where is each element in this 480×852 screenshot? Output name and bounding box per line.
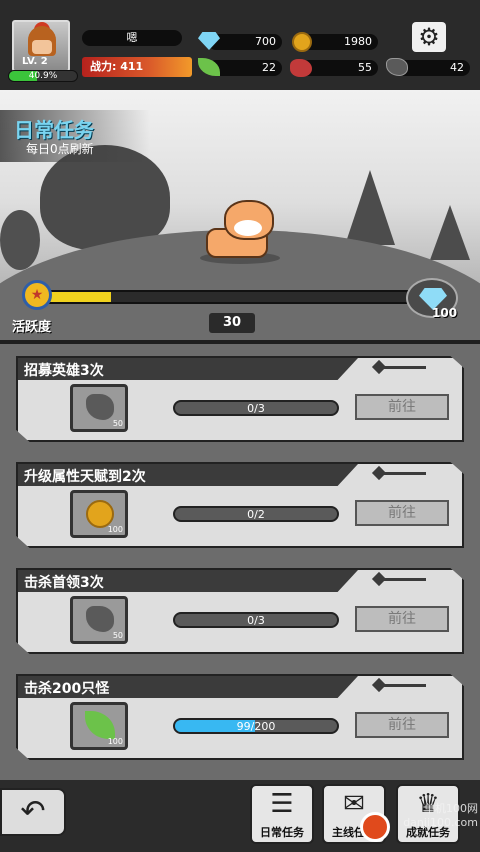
bush-decoration-small [0,210,40,270]
go-button[interactable]: 前往 [355,394,449,420]
task-card: 升级属性天赋到2次 100 0/2 前往 [16,462,464,548]
avatar-face [32,40,52,54]
task-list-panel: 招募英雄3次 50 0/3 前往 升级属性天赋到2次 100 0/2 前往 击杀… [0,344,480,780]
task-progress-bar: 99/200 [173,718,339,734]
task-card: 招募英雄3次 50 0/3 前往 [16,356,464,442]
activity-progress-fill [44,292,112,302]
watermark-line2: danji100.com [403,816,478,829]
player-level: LV. 2 [22,56,48,67]
task-reward: 100 [70,702,128,750]
task-progress-bar: 0/3 [173,400,339,416]
tiger-face [234,220,262,236]
task-reward: 100 [70,490,128,538]
go-button[interactable]: 前往 [355,606,449,632]
tiger-mascot [200,200,280,265]
go-button[interactable]: 前往 [355,500,449,526]
combat-power: 战力: 411 [82,57,192,77]
diamond-count: 700 [208,34,282,50]
task-deco-line [376,684,426,687]
activity-value: 30 [209,313,255,333]
watermark: 单机100网 danji100.com [382,802,478,848]
task-card: 击杀200只怪 100 99/200 前往 [16,674,464,760]
task-progress-bar: 0/3 [173,612,339,628]
activity-progress-bar [42,290,420,304]
nav-daily-tasks[interactable]: ☰ 日常任务 [250,784,314,844]
watermark-line1: 单机100网 [424,802,478,815]
task-name: 升级属性天赋到2次 [24,469,146,485]
xp-percent: 40.9% [28,71,58,81]
xp-bar: 40.9% [8,70,78,82]
nav-daily-label: 日常任务 [260,826,304,839]
meat-icon [290,59,312,77]
task-progress-bar: 0/2 [173,506,339,522]
task-card: 击杀首领3次 50 0/3 前往 [16,568,464,654]
task-progress-text: 0/3 [247,614,265,627]
task-deco-line [376,472,426,475]
leaf-icon [85,711,115,739]
clipboard-icon: ☰ [270,789,294,819]
activity-reward-amount: 100 [432,306,458,320]
pine-tree-decoration [345,170,395,245]
activity-medal-icon: ★ [22,280,52,310]
go-button[interactable]: 前往 [355,712,449,738]
task-name: 招募英雄3次 [24,363,104,379]
reward-amount: 100 [107,525,123,534]
reward-amount: 50 [112,419,123,428]
page-title: 日常任务 [14,118,94,142]
pine-tree-decoration-small [430,205,470,260]
ore-icon [85,393,115,421]
task-reward: 50 [70,384,128,432]
ore-icon [85,605,115,633]
gold-coin-icon [86,500,114,528]
task-progress-text: 99/200 [236,720,276,733]
reward-amount: 100 [107,737,123,746]
reward-amount: 50 [112,631,123,640]
task-progress-text: 0/3 [247,402,265,415]
player-name: 嗯 [82,30,182,46]
settings-gear-icon[interactable]: ⚙ [412,22,446,52]
back-arrow-icon[interactable]: ↶ [0,788,66,836]
refresh-note: 每日0点刷新 [26,142,94,156]
task-name: 击杀200只怪 [24,681,110,697]
task-deco-line [376,366,426,369]
gold-coin-icon [292,32,312,52]
task-name: 击杀首领3次 [24,575,104,591]
activity-label: 活跃度 [12,320,52,335]
task-progress-text: 0/2 [247,508,265,521]
task-deco-line [376,578,426,581]
task-reward: 50 [70,596,128,644]
